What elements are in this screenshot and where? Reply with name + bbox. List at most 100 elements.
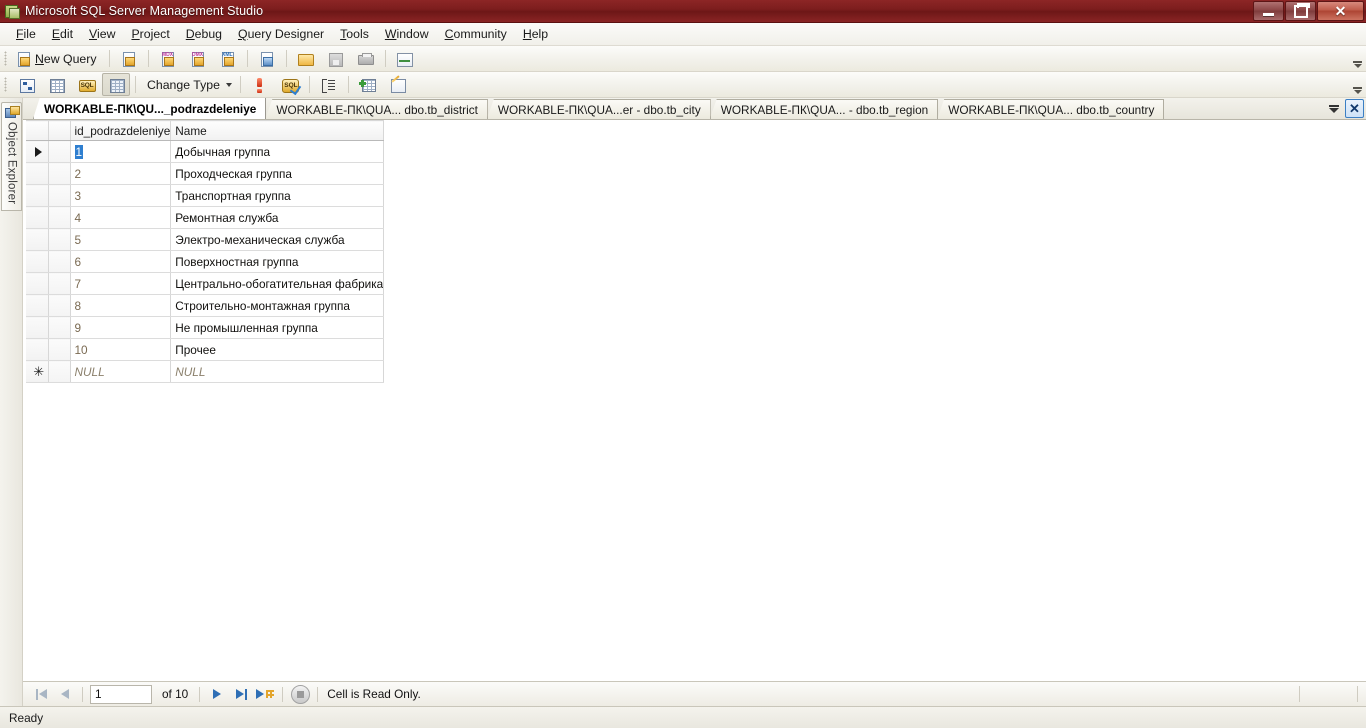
move-next-icon[interactable]: [206, 685, 228, 704]
table-row[interactable]: 1 Добычная группа: [26, 140, 385, 163]
toolbar-overflow-icon[interactable]: [1351, 74, 1364, 96]
results-grid[interactable]: id_podrazdeleniye Name 1 Добычная группа: [23, 120, 1366, 681]
cell-name[interactable]: Не промышленная группа: [170, 316, 385, 339]
cell-name-null[interactable]: NULL: [170, 360, 385, 383]
cell-name[interactable]: Ремонтная служба: [170, 206, 385, 229]
cell-id[interactable]: 4: [70, 206, 172, 229]
activity-monitor-button[interactable]: [391, 47, 419, 70]
menu-tools[interactable]: Tools: [332, 24, 377, 44]
tab-tb-region[interactable]: WORKABLE-ПК\QUA... - dbo.tb_region: [709, 99, 939, 119]
table-row[interactable]: 10 Прочее: [26, 338, 385, 361]
verify-sql-syntax-button[interactable]: SQL: [276, 73, 304, 96]
cell-id[interactable]: 6: [70, 250, 172, 273]
maximize-button[interactable]: [1285, 1, 1316, 21]
cell-id[interactable]: 1: [70, 140, 172, 163]
menu-view[interactable]: View: [81, 24, 123, 44]
row-selector[interactable]: [48, 272, 71, 295]
add-group-by-button[interactable]: [315, 73, 343, 96]
print-button[interactable]: [352, 47, 380, 70]
table-row[interactable]: 7 Центрально-обогатительная фабрика: [26, 272, 385, 295]
row-selector[interactable]: [48, 184, 71, 207]
show-criteria-pane-button[interactable]: [42, 73, 70, 96]
move-last-icon[interactable]: [230, 685, 252, 704]
table-row[interactable]: 4 Ремонтная служба: [26, 206, 385, 229]
table-row[interactable]: 2 Проходческая группа: [26, 162, 385, 185]
cell-name[interactable]: Поверхностная группа: [170, 250, 385, 273]
row-selector[interactable]: [48, 162, 71, 185]
close-tab-icon[interactable]: ✕: [1345, 99, 1364, 118]
minimize-button[interactable]: [1253, 1, 1284, 21]
row-selector[interactable]: [48, 360, 71, 383]
close-button[interactable]: ✕: [1317, 1, 1364, 21]
new-database-engine-query-button[interactable]: [115, 47, 143, 70]
move-previous-icon[interactable]: [54, 685, 76, 704]
tab-tb-podrazdeleniye[interactable]: WORKABLE-ПК\QU..._podrazdeleniye: [33, 98, 267, 119]
menu-community[interactable]: Community: [437, 24, 515, 44]
tab-list-dropdown-icon[interactable]: [1325, 100, 1342, 117]
cell-name[interactable]: Прочее: [170, 338, 385, 361]
change-type-button[interactable]: Change Type: [141, 73, 235, 96]
save-button[interactable]: [322, 47, 350, 70]
column-header-name[interactable]: Name: [170, 120, 385, 141]
row-selector[interactable]: [48, 250, 71, 273]
current-row-input[interactable]: 1: [90, 684, 152, 704]
new-analysis-services-dmx-query-button[interactable]: DMX: [184, 47, 212, 70]
column-header-id[interactable]: id_podrazdeleniye: [70, 120, 172, 141]
cell-id[interactable]: 5: [70, 228, 172, 251]
add-table-button[interactable]: [354, 73, 382, 96]
table-row[interactable]: 5 Электро-механическая служба: [26, 228, 385, 251]
move-first-icon[interactable]: [30, 685, 52, 704]
menu-window[interactable]: Window: [377, 24, 437, 44]
table-row[interactable]: 6 Поверхностная группа: [26, 250, 385, 273]
row-selector[interactable]: [48, 316, 71, 339]
cell-name[interactable]: Электро-механическая служба: [170, 228, 385, 251]
row-selector[interactable]: [48, 228, 71, 251]
new-row[interactable]: ✳ NULL NULL: [26, 360, 385, 383]
row-selector[interactable]: [48, 140, 71, 163]
row-selector[interactable]: [48, 338, 71, 361]
table-row[interactable]: 9 Не промышленная группа: [26, 316, 385, 339]
cell-id[interactable]: 10: [70, 338, 172, 361]
row-selector[interactable]: [48, 294, 71, 317]
cell-id[interactable]: 2: [70, 162, 172, 185]
cell-name[interactable]: Добычная группа: [170, 140, 385, 163]
cell-id[interactable]: 9: [70, 316, 172, 339]
row-selector[interactable]: [48, 206, 71, 229]
new-analysis-services-xmla-query-button[interactable]: XML: [214, 47, 242, 70]
table-row[interactable]: 8 Строительно-монтажная группа: [26, 294, 385, 317]
menu-edit[interactable]: Edit: [44, 24, 81, 44]
cell-name[interactable]: Транспортная группа: [170, 184, 385, 207]
new-sql-server-compact-query-button[interactable]: [253, 47, 281, 70]
tab-tb-city[interactable]: WORKABLE-ПК\QUA...er - dbo.tb_city: [486, 99, 711, 119]
menu-help[interactable]: Help: [515, 24, 556, 44]
select-all-corner[interactable]: [48, 120, 71, 141]
show-sql-pane-button[interactable]: SQL: [72, 73, 100, 96]
stop-icon[interactable]: [289, 684, 311, 704]
cell-name[interactable]: Строительно-монтажная группа: [170, 294, 385, 317]
menu-debug[interactable]: Debug: [178, 24, 230, 44]
menu-project[interactable]: Project: [123, 24, 177, 44]
table-row[interactable]: 3 Транспортная группа: [26, 184, 385, 207]
menu-file[interactable]: File: [8, 24, 44, 44]
cell-id[interactable]: 8: [70, 294, 172, 317]
cell-name[interactable]: Проходческая группа: [170, 162, 385, 185]
cell-id[interactable]: 7: [70, 272, 172, 295]
show-results-pane-button[interactable]: [102, 73, 130, 96]
show-diagram-pane-button[interactable]: [12, 73, 40, 96]
tab-tb-country[interactable]: WORKABLE-ПК\QUA... dbo.tb_country: [937, 99, 1165, 119]
new-analysis-services-mdx-query-button[interactable]: MDX: [154, 47, 182, 70]
execute-sql-button[interactable]: [246, 73, 274, 96]
toolbar-grip[interactable]: [4, 51, 7, 66]
move-to-new-row-icon[interactable]: [254, 685, 276, 704]
cell-id-null[interactable]: NULL: [70, 360, 172, 383]
open-file-button[interactable]: [292, 47, 320, 70]
cell-id[interactable]: 3: [70, 184, 172, 207]
add-new-derived-table-button[interactable]: [384, 73, 412, 96]
toolbar-overflow-icon[interactable]: [1351, 48, 1364, 70]
new-query-button[interactable]: New Query: [12, 47, 104, 70]
object-explorer-tab[interactable]: Object Explorer: [1, 102, 22, 212]
tab-tb-district[interactable]: WORKABLE-ПК\QUA... dbo.tb_district: [265, 99, 488, 119]
menu-query-designer[interactable]: Query Designer: [230, 24, 332, 44]
toolbar-grip[interactable]: [4, 77, 7, 92]
cell-name[interactable]: Центрально-обогатительная фабрика: [170, 272, 385, 295]
